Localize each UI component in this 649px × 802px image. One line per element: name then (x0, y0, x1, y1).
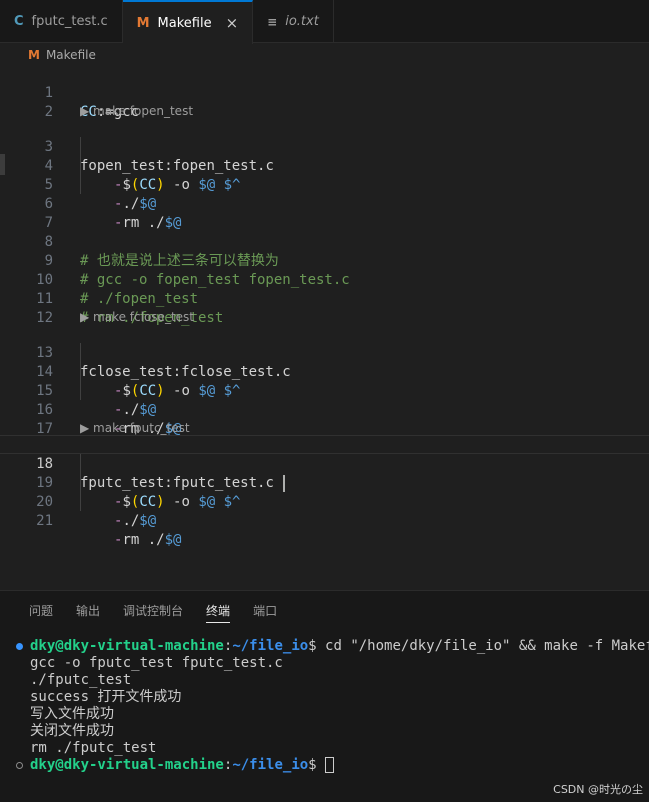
terminal-cursor (325, 757, 335, 773)
tab-label: Makefile (157, 15, 212, 31)
code-line: 20 -./$@ (0, 474, 649, 529)
line-number: 21 (36, 513, 53, 529)
code-line: 14 -$(CC) -o $@ $^ (0, 344, 649, 399)
makefile-icon: M (28, 48, 40, 62)
breadcrumb[interactable]: M Makefile (28, 46, 96, 64)
terminal-output-line: gcc -o fputc_test fputc_test.c (30, 655, 283, 671)
tab-label: fputc_test.c (31, 14, 108, 29)
code-line: 12 (0, 290, 649, 326)
text-file-icon: ≡ (267, 14, 278, 29)
tab-fputc-test-c[interactable]: C fputc_test.c (0, 0, 123, 43)
line-content: -./$@ (114, 513, 157, 529)
code-line: 17 (0, 401, 649, 437)
line-content: -rm ./$@ (114, 532, 182, 548)
close-icon[interactable]: × (226, 14, 239, 32)
tab-problems[interactable]: 问题 (29, 599, 53, 623)
tab-makefile[interactable]: M Makefile × (122, 0, 254, 44)
code-line: 16 -rm ./$@ (0, 382, 649, 437)
terminal-output-line: success 打开文件成功 (30, 689, 182, 705)
panel-tabs: 问题 输出 调试控制台 终端 端口 (29, 599, 277, 623)
code-line: 19 -$(CC) -o $@ $^ (0, 455, 649, 510)
code-line: 3 fopen_test:fopen_test.c (0, 119, 649, 174)
makefile-icon: M (136, 15, 150, 31)
code-line: 4 -$(CC) -o $@ $^ (0, 138, 649, 193)
code-line: 9 # gcc -o fopen_test fopen_test.c (0, 233, 649, 288)
tab-output[interactable]: 输出 (76, 599, 100, 623)
command-decoration-icon[interactable] (16, 643, 23, 650)
tab-debug-console[interactable]: 调试控制台 (123, 599, 183, 623)
terminal-prompt-line[interactable]: dky@dky-virtual-machine:~/file_io$ (30, 757, 335, 774)
terminal-output-line: 关闭文件成功 (30, 723, 114, 739)
terminal-prompt-line: dky@dky-virtual-machine:~/file_io$ cd "/… (30, 638, 649, 655)
code-line: 8 # 也就是说上述三条可以替换为 (0, 214, 649, 269)
command-decoration-icon[interactable] (16, 762, 23, 769)
code-line: 21 -rm ./$@ (0, 493, 649, 548)
code-line: 5 -./$@ (0, 157, 649, 212)
codelens-run-target[interactable]: ▶ make fopen_test (80, 102, 193, 120)
tab-label: io.txt (285, 14, 319, 29)
bottom-panel: 问题 输出 调试控制台 终端 端口 dky@dky-virtual-machin… (0, 590, 649, 802)
code-line: 15 -./$@ (0, 363, 649, 418)
code-line: 1 CC:=gcc (0, 65, 649, 120)
code-line: 11 # rm ./fopen_test (0, 271, 649, 326)
code-line: 2 (0, 84, 649, 120)
codelens-run-target[interactable]: ▶ make fclose_test (80, 308, 194, 326)
terminal-output-line: 写入文件成功 (30, 706, 114, 722)
code-line: 10 # ./fopen_test (0, 252, 649, 307)
terminal-output-line: ./fputc_test (30, 672, 132, 688)
terminal-command: cd "/home/dky/file_io" && make -f Makefi… (325, 638, 649, 654)
code-line-current: 18 fputc_test:fputc_test.c (0, 435, 649, 492)
terminal-output-line: rm ./fputc_test (30, 740, 157, 756)
code-line: 7 (0, 195, 649, 231)
c-file-icon: C (14, 14, 24, 29)
editor-tab-bar: C fputc_test.c M Makefile × ≡ io.txt (0, 0, 649, 44)
code-line: 6 -rm ./$@ (0, 176, 649, 231)
code-editor[interactable]: 1 CC:=gcc 2 ▶ make fopen_test 3 fopen_te… (0, 64, 649, 589)
tab-terminal[interactable]: 终端 (206, 599, 231, 623)
breadcrumb-label: Makefile (45, 48, 96, 62)
tab-io-txt[interactable]: ≡ io.txt (253, 0, 334, 43)
tab-ports[interactable]: 端口 (253, 599, 277, 623)
code-line: 13 fclose_test:fclose_test.c (0, 325, 649, 380)
watermark: CSDN @时光の尘 (553, 783, 643, 796)
